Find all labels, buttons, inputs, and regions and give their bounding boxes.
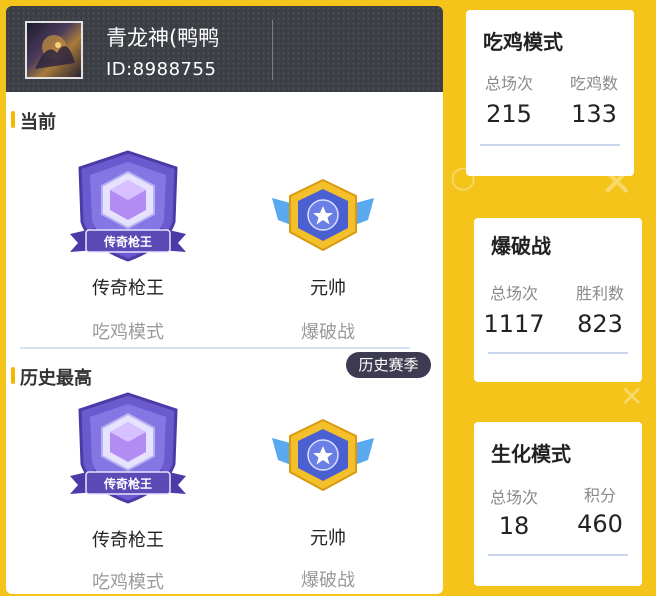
background-decoration: ✕ xyxy=(620,380,644,413)
section-divider xyxy=(20,347,410,349)
stat-underline xyxy=(488,554,628,556)
history-mode-defuse: 爆破战 xyxy=(301,570,355,591)
stat-value-points: 460 xyxy=(577,510,623,538)
stat-label-total: 总场次 xyxy=(489,488,538,507)
badge-label-text: 传奇枪王 xyxy=(103,476,152,491)
stat-label-total: 总场次 xyxy=(484,74,533,93)
profile-rank-card: 青龙神(鸭鸭 ID:8988755 当前 传奇枪王 传奇枪王 吃鸡模式 元帅 爆… xyxy=(6,6,443,594)
stat-value-total: 18 xyxy=(498,512,530,540)
legend-gunking-badge-icon[interactable]: 传奇枪王 xyxy=(68,390,188,512)
stat-title: 吃鸡模式 xyxy=(483,30,563,54)
current-mode-defuse: 爆破战 xyxy=(301,322,355,343)
stat-label-points: 积分 xyxy=(583,486,616,505)
section-accent-bar xyxy=(11,111,15,128)
current-rank-defuse: 元帅 xyxy=(310,278,346,299)
history-season-button[interactable]: 历史赛季 xyxy=(346,352,431,378)
marshal-star-badge-icon[interactable] xyxy=(268,176,378,260)
stat-card-zombie[interactable]: 生化模式 总场次 积分 18 460 xyxy=(474,422,642,586)
player-name: 青龙神(鸭鸭 xyxy=(106,26,220,50)
dragon-avatar-icon xyxy=(35,35,75,69)
current-mode-pubg: 吃鸡模式 xyxy=(92,322,164,343)
section-title-current: 当前 xyxy=(11,108,56,134)
section-accent-bar xyxy=(11,367,15,384)
stat-underline xyxy=(488,352,628,354)
stat-label-wins: 胜利数 xyxy=(575,284,624,303)
stat-card-pubg[interactable]: 吃鸡模式 总场次 吃鸡数 215 133 xyxy=(466,10,634,176)
stat-value-wins: 823 xyxy=(577,310,623,338)
player-id: ID:8988755 xyxy=(106,59,217,80)
stat-title: 爆破战 xyxy=(491,234,551,258)
section-title-text: 当前 xyxy=(20,112,56,133)
section-title-text: 历史最高 xyxy=(20,368,92,389)
history-rank-defuse: 元帅 xyxy=(310,528,346,549)
marshal-star-badge-icon[interactable] xyxy=(268,416,378,500)
header-divider xyxy=(272,20,273,80)
stat-title: 生化模式 xyxy=(491,442,571,466)
current-rank-pubg: 传奇枪王 xyxy=(92,278,164,299)
section-title-history: 历史最高 xyxy=(11,364,92,390)
badge-label-text: 传奇枪王 xyxy=(103,234,152,249)
history-rank-pubg: 传奇枪王 xyxy=(92,530,164,551)
stat-value-wins: 133 xyxy=(571,100,617,128)
avatar[interactable] xyxy=(25,21,83,79)
stat-card-defuse[interactable]: 爆破战 总场次 胜利数 1117 823 xyxy=(474,218,642,382)
stat-value-total: 1117 xyxy=(483,310,545,338)
stat-value-total: 215 xyxy=(486,100,532,128)
stat-label-total: 总场次 xyxy=(489,284,538,303)
profile-header: 青龙神(鸭鸭 ID:8988755 xyxy=(6,6,443,92)
stat-underline xyxy=(480,144,620,146)
history-mode-pubg: 吃鸡模式 xyxy=(92,572,164,593)
stat-label-wins: 吃鸡数 xyxy=(569,74,618,93)
legend-gunking-badge-icon[interactable]: 传奇枪王 xyxy=(68,148,188,270)
